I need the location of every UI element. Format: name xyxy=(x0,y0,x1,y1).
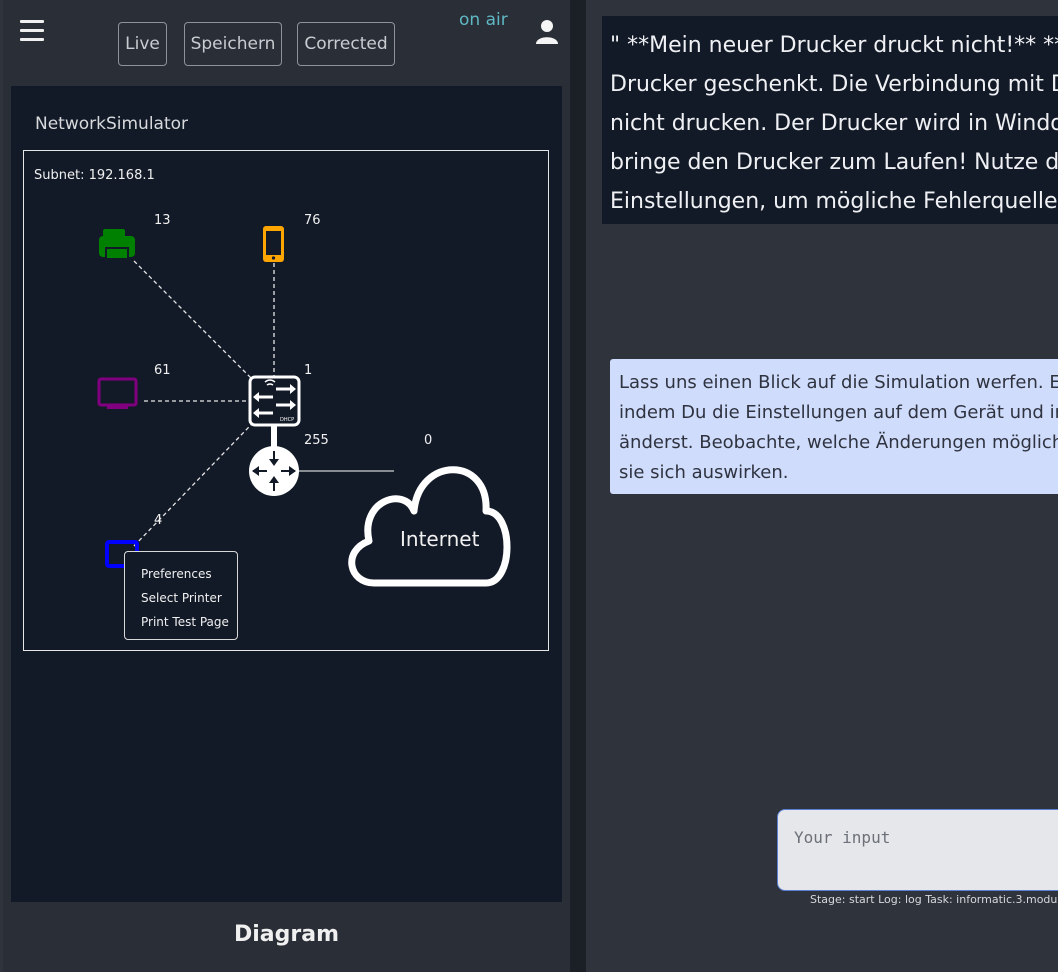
chat-input[interactable] xyxy=(777,809,1058,891)
assistant-message: Lass uns einen Blick auf die Simulation … xyxy=(610,359,1058,494)
task-line: bringe den Drucker zum Laufen! Nutze die xyxy=(610,150,1058,175)
menu-item-preferences[interactable]: Preferences xyxy=(125,562,237,586)
live-button[interactable]: Live xyxy=(118,22,167,66)
switch-dhcp-icon[interactable]: DHCP xyxy=(248,375,301,427)
message-line: änderst. Beobachte, welche Änderungen mö… xyxy=(619,432,1058,453)
on-air-status: on air xyxy=(459,10,508,30)
internet-label: Internet xyxy=(400,527,480,551)
right-panel: " **Mein neuer Drucker druckt nicht!** *… xyxy=(586,0,1058,972)
save-button[interactable]: Speichern xyxy=(184,22,282,66)
message-line: indem Du die Einstellungen auf dem Gerät… xyxy=(619,402,1058,423)
simulator-title: NetworkSimulator xyxy=(35,114,189,134)
left-panel: Live Speichern Corrected on air NetworkS… xyxy=(3,0,570,972)
printer-icon[interactable] xyxy=(99,229,135,260)
monitor-address: 61 xyxy=(154,363,171,378)
task-line: Einstellungen, um mögliche Fehlerquellen xyxy=(610,189,1058,214)
internet-address: 0 xyxy=(424,433,433,448)
task-line: nicht drucken. Der Drucker wird in Windo… xyxy=(610,111,1058,136)
phone-address: 76 xyxy=(304,213,321,228)
menu-item-print-test-page[interactable]: Print Test Page xyxy=(125,610,237,634)
network-diagram: DHCP xyxy=(97,226,511,587)
message-line: sie sich auswirken. xyxy=(619,462,789,483)
context-menu: Preferences Select Printer Print Test Pa… xyxy=(124,551,238,640)
task-line: " **Mein neuer Drucker druckt nicht!** *… xyxy=(610,33,1058,58)
menu-item-select-printer[interactable]: Select Printer xyxy=(125,586,237,610)
message-line: Lass uns einen Blick auf die Simulation … xyxy=(619,372,1058,393)
network-simulator-card: NetworkSimulator Subnet: 192.168.1 DHCP … xyxy=(11,86,562,902)
switch-address: 1 xyxy=(304,363,313,378)
monitor-icon[interactable] xyxy=(97,377,138,409)
router-icon[interactable] xyxy=(249,446,299,496)
diagram-label: Diagram xyxy=(233,922,339,947)
network-canvas: Subnet: 192.168.1 DHCP 13 76 61 4 1 255 … xyxy=(23,150,549,651)
router-address: 255 xyxy=(304,433,329,448)
svg-text:DHCP: DHCP xyxy=(280,417,294,423)
pc-address: 4 xyxy=(154,513,163,528)
printer-address: 13 xyxy=(154,213,171,228)
user-icon[interactable] xyxy=(533,18,561,46)
status-line: Stage: start Log: log Task: informatic.3… xyxy=(810,893,1058,906)
panel-divider[interactable] xyxy=(570,0,586,972)
phone-icon[interactable] xyxy=(263,226,284,262)
menu-icon[interactable] xyxy=(20,20,44,44)
task-description: " **Mein neuer Drucker druckt nicht!** *… xyxy=(602,16,1058,224)
corrected-button[interactable]: Corrected xyxy=(297,22,395,66)
task-line: Drucker geschenkt. Die Verbindung mit De xyxy=(610,72,1058,97)
